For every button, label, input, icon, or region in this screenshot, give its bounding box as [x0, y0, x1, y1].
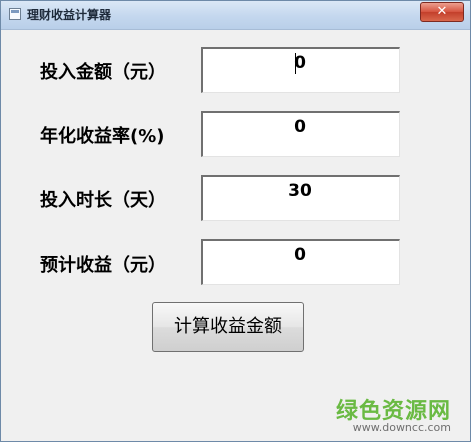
app-window-icon[interactable]: [9, 8, 21, 20]
calculate-button[interactable]: 计算收益金额: [152, 302, 304, 352]
investment-amount-label: 投入金额（元）: [40, 62, 166, 83]
title-bar[interactable]: 理财收益计算器 ✕: [1, 1, 470, 30]
duration-label: 投入时长（天）: [40, 190, 166, 211]
expected-earnings-label: 预计收益（元）: [40, 255, 166, 276]
watermark-url: www.downcc.com: [352, 421, 451, 434]
annual-yield-label: 年化收益率(%): [40, 126, 165, 147]
annual-yield-input[interactable]: 0: [201, 111, 400, 157]
duration-input[interactable]: 30: [201, 175, 400, 221]
investment-amount-value: 0: [294, 53, 306, 73]
duration-value: 30: [288, 181, 312, 201]
window-title: 理财收益计算器: [27, 8, 112, 22]
calculator-window: 理财收益计算器 ✕ 投入金额（元） 0 年化收益率(%) 0 投入时长（天） 3…: [0, 0, 471, 442]
close-icon: ✕: [436, 4, 448, 19]
expected-earnings-output[interactable]: 0: [201, 239, 400, 285]
close-button[interactable]: ✕: [420, 2, 464, 22]
expected-earnings-value: 0: [294, 245, 306, 265]
annual-yield-value: 0: [294, 117, 306, 137]
investment-amount-input[interactable]: 0: [201, 47, 400, 93]
